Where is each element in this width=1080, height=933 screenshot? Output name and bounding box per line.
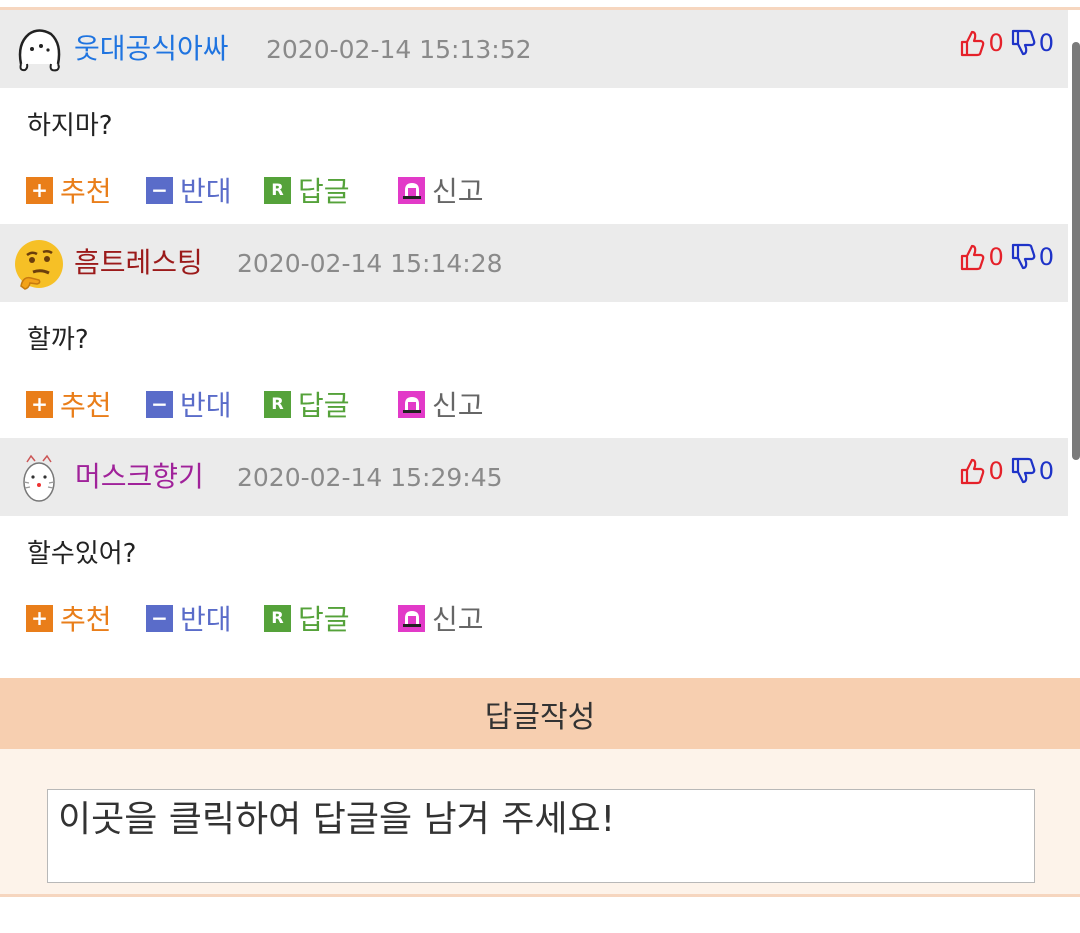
minus-icon: − xyxy=(146,390,173,418)
reply-icon: R xyxy=(264,176,291,204)
thumbs-down-value: 0 xyxy=(1038,457,1054,485)
report-label: 신고 xyxy=(432,175,484,208)
thumbs-down-icon xyxy=(1011,457,1036,484)
comment-actions: + 추천 − 반대 R 답글 신고 xyxy=(0,384,1068,424)
reply-label: 답글 xyxy=(298,389,350,422)
report-button[interactable]: 신고 xyxy=(398,170,484,210)
reply-form-title: 답글작성 xyxy=(484,699,596,735)
comment-header: 머스크향기 2020-02-14 15:29:45 0 0 xyxy=(0,438,1068,516)
thumbs-down-count: 0 xyxy=(1010,457,1054,485)
oppose-label: 반대 xyxy=(180,389,232,422)
thumbs-down-icon xyxy=(1011,29,1036,56)
thumbs-up-count: 0 xyxy=(959,29,1004,57)
report-label: 신고 xyxy=(432,603,484,636)
oppose-button[interactable]: − 반대 xyxy=(146,598,232,638)
reply-form-header: 답글작성 xyxy=(0,678,1080,749)
recommend-label: 추천 xyxy=(60,603,112,636)
reply-textarea[interactable] xyxy=(47,789,1035,883)
oppose-label: 반대 xyxy=(180,175,232,208)
reply-button[interactable]: R 답글 xyxy=(264,384,350,424)
thumbs-down-icon xyxy=(1011,243,1036,270)
plus-icon: + xyxy=(26,176,53,204)
siren-icon xyxy=(398,390,425,418)
thumbs-up-value: 0 xyxy=(988,457,1004,485)
comment-date: 2020-02-14 15:14:28 xyxy=(237,249,503,278)
oppose-label: 반대 xyxy=(180,603,232,636)
vote-counts: 0 0 xyxy=(959,453,1054,489)
reply-button[interactable]: R 답글 xyxy=(264,598,350,638)
reply-button[interactable]: R 답글 xyxy=(264,170,350,210)
reply-label: 답글 xyxy=(298,603,350,636)
reply-icon: R xyxy=(264,390,291,418)
comment-text: 할까? xyxy=(27,325,89,355)
comment-item: 머스크향기 2020-02-14 15:29:45 0 0 할수있어? + 추천… xyxy=(0,438,1068,652)
thumbs-down-value: 0 xyxy=(1038,243,1054,271)
recommend-label: 추천 xyxy=(60,389,112,422)
minus-icon: − xyxy=(146,176,173,204)
thumbs-down-count: 0 xyxy=(1010,29,1054,57)
thumbs-up-count: 0 xyxy=(959,243,1004,271)
oppose-button[interactable]: − 반대 xyxy=(146,170,232,210)
report-label: 신고 xyxy=(432,389,484,422)
plus-icon: + xyxy=(26,390,53,418)
comment-actions: + 추천 − 반대 R 답글 신고 xyxy=(0,170,1068,210)
scrollbar[interactable] xyxy=(1072,42,1080,460)
recommend-button[interactable]: + 추천 xyxy=(26,598,112,638)
plus-icon: + xyxy=(26,604,53,632)
comment-date: 2020-02-14 15:29:45 xyxy=(237,463,503,492)
reply-icon: R xyxy=(264,604,291,632)
recommend-button[interactable]: + 추천 xyxy=(26,170,112,210)
report-button[interactable]: 신고 xyxy=(398,384,484,424)
nickname[interactable]: 웃대공식아싸 xyxy=(74,29,229,69)
comment-header: 웃대공식아싸 2020-02-14 15:13:52 0 0 xyxy=(0,10,1068,88)
recommend-label: 추천 xyxy=(60,175,112,208)
comment-item: 웃대공식아싸 2020-02-14 15:13:52 0 0 하지마? + 추천… xyxy=(0,10,1068,224)
thumbs-up-count: 0 xyxy=(959,457,1004,485)
avatar[interactable] xyxy=(13,24,65,76)
thumbs-up-icon xyxy=(961,244,985,271)
oppose-button[interactable]: − 반대 xyxy=(146,384,232,424)
recommend-button[interactable]: + 추천 xyxy=(26,384,112,424)
vote-counts: 0 0 xyxy=(959,239,1054,275)
comment-text: 하지마? xyxy=(27,111,113,141)
comment-actions: + 추천 − 반대 R 답글 신고 xyxy=(0,598,1068,638)
vote-counts: 0 0 xyxy=(959,25,1054,61)
comment-header: 흠트레스팅 2020-02-14 15:14:28 0 0 xyxy=(0,224,1068,302)
nickname[interactable]: 머스크향기 xyxy=(75,457,204,497)
comment-date: 2020-02-14 15:13:52 xyxy=(266,35,532,64)
report-button[interactable]: 신고 xyxy=(398,598,484,638)
thumbs-down-value: 0 xyxy=(1038,29,1054,57)
avatar[interactable] xyxy=(13,452,65,504)
siren-icon xyxy=(398,604,425,632)
thumbs-up-icon xyxy=(961,458,985,485)
nickname[interactable]: 흠트레스팅 xyxy=(74,243,203,283)
thumbs-up-value: 0 xyxy=(988,243,1004,271)
thumbs-down-count: 0 xyxy=(1010,243,1054,271)
thumbs-up-value: 0 xyxy=(988,29,1004,57)
comment-item: 흠트레스팅 2020-02-14 15:14:28 0 0 할까? + 추천 −… xyxy=(0,224,1068,438)
reply-label: 답글 xyxy=(298,175,350,208)
siren-icon xyxy=(398,176,425,204)
bottom-divider xyxy=(0,894,1080,897)
comment-text: 할수있어? xyxy=(27,539,137,569)
thumbs-up-icon xyxy=(961,30,985,57)
minus-icon: − xyxy=(146,604,173,632)
reply-form xyxy=(0,749,1080,895)
avatar[interactable] xyxy=(13,238,65,290)
